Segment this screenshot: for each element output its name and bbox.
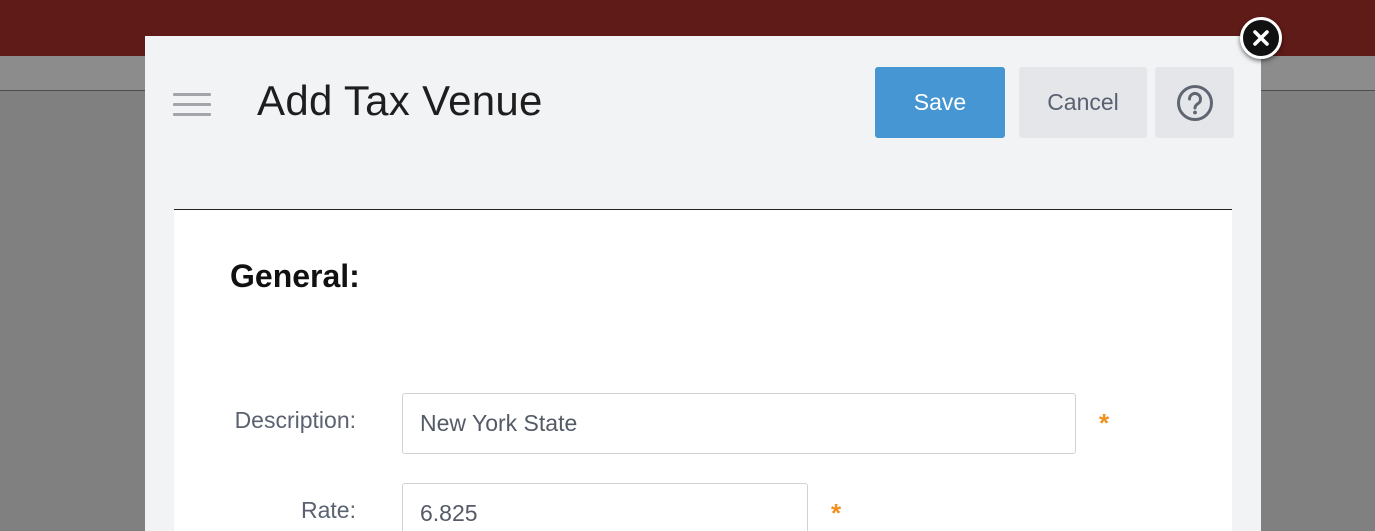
close-icon <box>1253 30 1269 46</box>
required-indicator: * <box>1099 408 1110 438</box>
help-button[interactable] <box>1155 67 1234 138</box>
close-dialog-button[interactable] <box>1240 17 1282 59</box>
rate-label: Rate: <box>301 497 356 523</box>
dialog-title: Add Tax Venue <box>257 77 543 124</box>
description-input[interactable] <box>402 393 1076 454</box>
add-tax-venue-dialog: Add Tax Venue Save Cancel General: Descr… <box>145 36 1261 531</box>
question-circle-icon <box>1176 84 1213 121</box>
hamburger-menu-icon[interactable] <box>173 93 211 117</box>
required-indicator: * <box>831 498 842 528</box>
section-heading-general: General: <box>230 258 360 294</box>
rate-input[interactable] <box>402 483 808 531</box>
form-panel: General: Description: * Rate: * <box>174 210 1232 531</box>
cancel-button[interactable]: Cancel <box>1019 67 1147 138</box>
description-label: Description: <box>234 407 356 433</box>
save-button[interactable]: Save <box>875 67 1005 138</box>
